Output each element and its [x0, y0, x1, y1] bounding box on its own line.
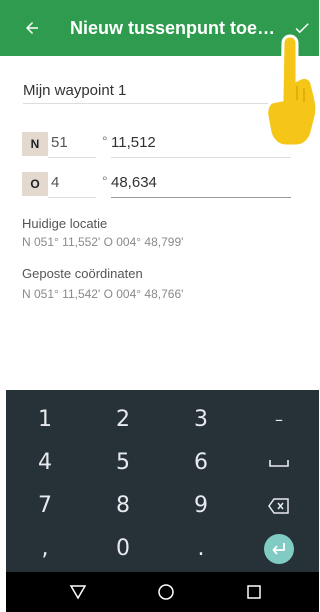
app-bar: Nieuw tussenpunt toevo...	[0, 0, 319, 56]
degree-symbol: °	[102, 133, 108, 149]
key-2[interactable]: 2	[84, 397, 162, 442]
waypoint-form: ! N ° O ° Huidige locatie N 051° 11,552'…	[0, 56, 319, 390]
back-triangle-icon	[69, 585, 87, 600]
hemisphere-toggle-n[interactable]: N	[22, 132, 48, 156]
key-minus[interactable]: –	[240, 397, 318, 442]
space-icon	[269, 459, 289, 467]
back-button[interactable]	[8, 0, 56, 56]
confirm-button[interactable]	[284, 0, 319, 56]
key-space[interactable]	[240, 440, 318, 485]
longitude-degrees-input[interactable]	[48, 168, 96, 198]
current-location-value[interactable]: N 051° 11,552' O 004° 48,799'	[22, 235, 183, 249]
check-icon	[295, 23, 309, 34]
page-title: Nieuw tussenpunt toevo...	[70, 18, 280, 38]
latitude-row: N °	[22, 128, 292, 158]
latitude-degrees-input[interactable]	[48, 128, 96, 158]
posted-coordinates-value[interactable]: N 051° 11,542' O 004° 48,766'	[22, 287, 183, 301]
posted-coordinates-label: Geposte coördinaten	[22, 266, 143, 281]
latitude-minutes-input[interactable]	[111, 128, 291, 158]
key-4[interactable]: 4	[6, 440, 84, 485]
key-backspace[interactable]	[240, 483, 318, 528]
arrow-left-icon	[26, 22, 38, 34]
key-1[interactable]: 1	[6, 397, 84, 442]
input-hint: !	[278, 106, 281, 117]
longitude-minutes-input[interactable]	[111, 168, 291, 198]
home-circle-icon	[158, 584, 174, 600]
key-enter[interactable]	[240, 526, 318, 571]
nav-back-button[interactable]	[48, 572, 108, 612]
key-period[interactable]: .	[162, 526, 240, 571]
key-5[interactable]: 5	[84, 440, 162, 485]
longitude-row: O °	[22, 168, 292, 198]
key-3[interactable]: 3	[162, 397, 240, 442]
key-7[interactable]: 7	[6, 483, 84, 528]
key-9[interactable]: 9	[162, 483, 240, 528]
nav-home-button[interactable]	[136, 572, 196, 612]
navigation-bar	[6, 572, 319, 612]
nav-recents-button[interactable]	[224, 572, 284, 612]
waypoint-name-input[interactable]	[23, 78, 291, 104]
hemisphere-toggle-o[interactable]: O	[22, 172, 48, 196]
key-0[interactable]: 0	[84, 526, 162, 571]
enter-icon	[264, 533, 294, 564]
backspace-icon	[268, 497, 289, 514]
numeric-keyboard: 1 2 3 – 4 5 6 7 8 9 , 0 .	[6, 390, 319, 572]
key-6[interactable]: 6	[162, 440, 240, 485]
recents-square-icon	[247, 585, 261, 599]
degree-symbol: °	[102, 173, 108, 189]
key-comma[interactable]: ,	[6, 526, 84, 571]
key-8[interactable]: 8	[84, 483, 162, 528]
current-location-label: Huidige locatie	[22, 216, 108, 231]
